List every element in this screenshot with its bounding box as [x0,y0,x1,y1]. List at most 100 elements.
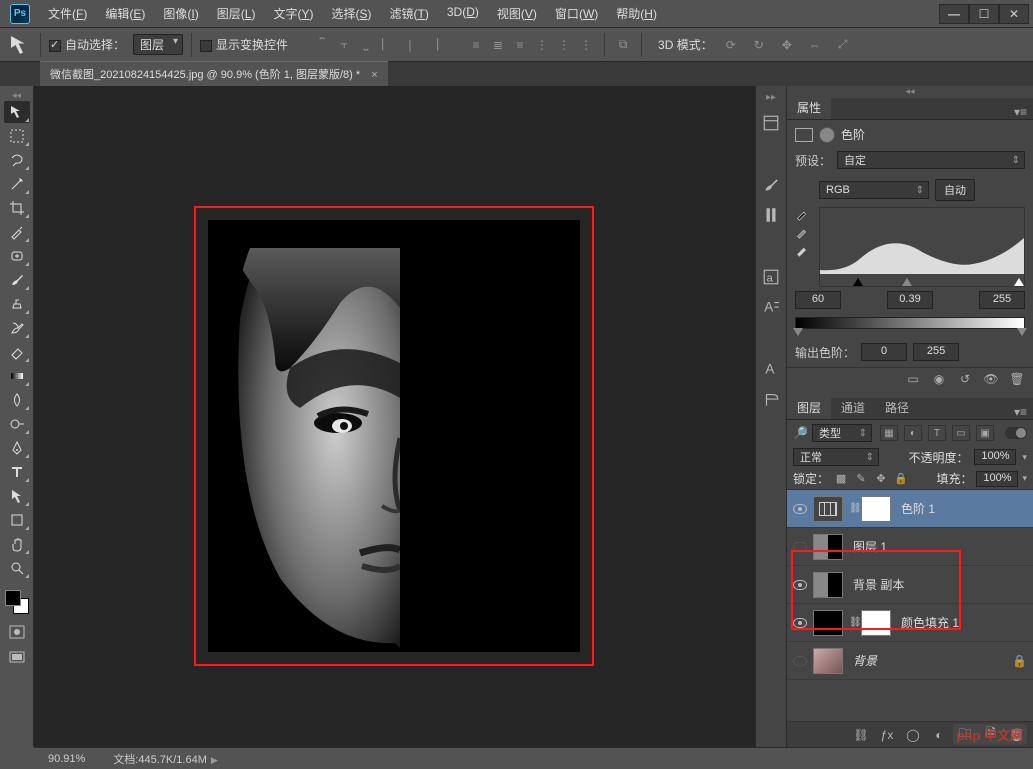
link-mask-icon[interactable]: ⛓ [849,503,859,514]
filter-shape-icon[interactable]: ▭ [952,425,970,441]
document-tab[interactable]: 微信截图_20210824154425.jpg @ 90.9% (色阶 1, 图… [40,61,388,86]
filter-pixel-icon[interactable]: ▦ [880,425,898,441]
shadows-slider[interactable] [853,278,863,286]
add-mask-icon[interactable]: ◯ [905,728,921,742]
opacity-chevron-icon[interactable]: ▾ [1022,452,1027,463]
move-tool[interactable] [4,101,30,123]
styles-panel-icon[interactable] [760,388,782,410]
paths-tab[interactable]: 路径 [875,396,919,419]
color-swatches[interactable] [3,588,31,616]
align-right-icon[interactable]: ⎹ [422,35,442,55]
properties-panel-menu-icon[interactable]: ▾≡ [1008,105,1033,119]
reset-icon[interactable]: ↺ [957,372,973,386]
hand-tool[interactable] [4,533,30,555]
menu-edit[interactable]: 编辑(E) [97,2,153,25]
distribute-right-icon[interactable]: ⋮ [576,35,596,55]
align-vcenter-icon[interactable]: ⫟ [334,35,354,55]
delete-adjustment-icon[interactable]: 🗑 [1009,372,1025,386]
distribute-hcenter-icon[interactable]: ⋮ [554,35,574,55]
link-mask-icon[interactable]: ⛓ [849,617,859,628]
output-high-input[interactable]: 255 [913,343,959,361]
menu-file[interactable]: 文件(F) [40,2,95,25]
layer-item-bgcopy[interactable]: 背景 副本 [787,566,1033,604]
preset-dropdown[interactable]: 自定 [837,151,1025,169]
lock-pixels-icon[interactable]: ✎ [853,472,869,486]
shape-tool[interactable] [4,509,30,531]
screenmode-toggle[interactable] [6,648,28,668]
fill-chevron-icon[interactable]: ▾ [1022,473,1027,484]
zoom-readout[interactable]: 90.91% [34,753,99,765]
view-previous-icon[interactable]: ◉ [931,372,947,386]
three-d-roll-icon[interactable]: ↻ [749,35,769,55]
mask-thumb-icon[interactable] [861,496,891,522]
auto-button[interactable]: 自动 [935,179,975,201]
menu-type[interactable]: 文字(Y) [265,2,321,25]
distribute-top-icon[interactable]: ≡ [466,35,486,55]
window-close-button[interactable]: ✕ [999,4,1029,24]
mask-icon[interactable] [819,127,835,143]
layer-style-icon[interactable]: ƒx [879,728,895,742]
clip-to-layer-icon[interactable]: ▭ [905,372,921,386]
layer-item-levels[interactable]: ⛓ 色阶 1 [787,490,1033,528]
clone-stamp-tool[interactable] [4,293,30,315]
menu-layer[interactable]: 图层(L) [209,2,264,25]
output-low-slider[interactable] [793,328,803,336]
eyedropper-tool[interactable] [4,221,30,243]
highlights-slider[interactable] [1014,278,1024,286]
toggle-visibility-icon[interactable]: 👁 [983,372,999,386]
layer-filter-dropdown[interactable]: 类型 [812,424,872,442]
lock-position-icon[interactable]: ✥ [873,472,889,486]
opacity-input[interactable]: 100% [974,449,1016,465]
shadows-input[interactable]: 60 [795,291,841,309]
healing-brush-tool[interactable] [4,245,30,267]
current-tool-icon[interactable] [8,33,32,57]
output-low-input[interactable]: 0 [861,343,907,361]
visibility-toggle-icon[interactable] [793,504,807,514]
filter-magnifier-icon[interactable]: 🔎 [793,426,808,440]
quickmask-toggle[interactable] [6,622,28,642]
document-tab-close-icon[interactable]: × [371,69,377,81]
paragraph-panel-icon[interactable]: A [760,296,782,318]
layer-filter-toggle[interactable] [1005,427,1027,439]
auto-select-checkbox[interactable]: 自动选择： [49,36,125,53]
blend-mode-dropdown[interactable]: 正常 [793,448,879,466]
dodge-tool[interactable] [4,413,30,435]
blur-tool[interactable] [4,389,30,411]
visibility-toggle-icon[interactable] [793,656,807,666]
brush-panel-icon[interactable] [760,174,782,196]
gradient-tool[interactable] [4,365,30,387]
midtones-input[interactable]: 0.39 [887,291,933,309]
show-transform-checkbox[interactable]: 显示变换控件 [200,36,288,53]
layer-item-background[interactable]: 背景 🔒 [787,642,1033,680]
align-bottom-icon[interactable]: ⎵ [356,35,376,55]
lasso-tool[interactable] [4,149,30,171]
align-hcenter-icon[interactable]: ∣ [400,35,420,55]
align-top-icon[interactable]: ⎴ [312,35,332,55]
white-point-eyedropper-icon[interactable] [795,243,809,257]
visibility-toggle-icon[interactable] [793,542,807,552]
layers-panel-menu-icon[interactable]: ▾≡ [1008,405,1033,419]
docinfo-chevron-icon[interactable]: ▶ [211,755,218,765]
visibility-toggle-icon[interactable] [793,618,807,628]
lock-transparency-icon[interactable]: ▩ [833,472,849,486]
navigator-panel-icon[interactable]: A [760,358,782,380]
channel-dropdown[interactable]: RGB [819,181,929,199]
menu-window[interactable]: 窗口(W) [547,2,606,25]
three-d-orbit-icon[interactable]: ⟳ [721,35,741,55]
menu-view[interactable]: 视图(V) [489,2,545,25]
menu-select[interactable]: 选择(S) [323,2,379,25]
strip-collapse-handle[interactable]: ▸▸ [756,92,786,104]
fill-input[interactable]: 100% [976,471,1018,487]
align-left-icon[interactable]: ⎸ [378,35,398,55]
magic-wand-tool[interactable] [4,173,30,195]
history-brush-tool[interactable] [4,317,30,339]
menu-filter[interactable]: 滤镜(T) [382,2,437,25]
distribute-left-icon[interactable]: ⋮ [532,35,552,55]
type-tool[interactable] [4,461,30,483]
window-maximize-button[interactable]: ☐ [969,4,999,24]
filter-smart-icon[interactable]: ▣ [976,425,994,441]
distribute-vcenter-icon[interactable]: ≣ [488,35,508,55]
character-panel-icon[interactable]: a [760,266,782,288]
channels-tab[interactable]: 通道 [831,396,875,419]
layer-item-colorfill[interactable]: ⛓ 颜色填充 1 [787,604,1033,642]
